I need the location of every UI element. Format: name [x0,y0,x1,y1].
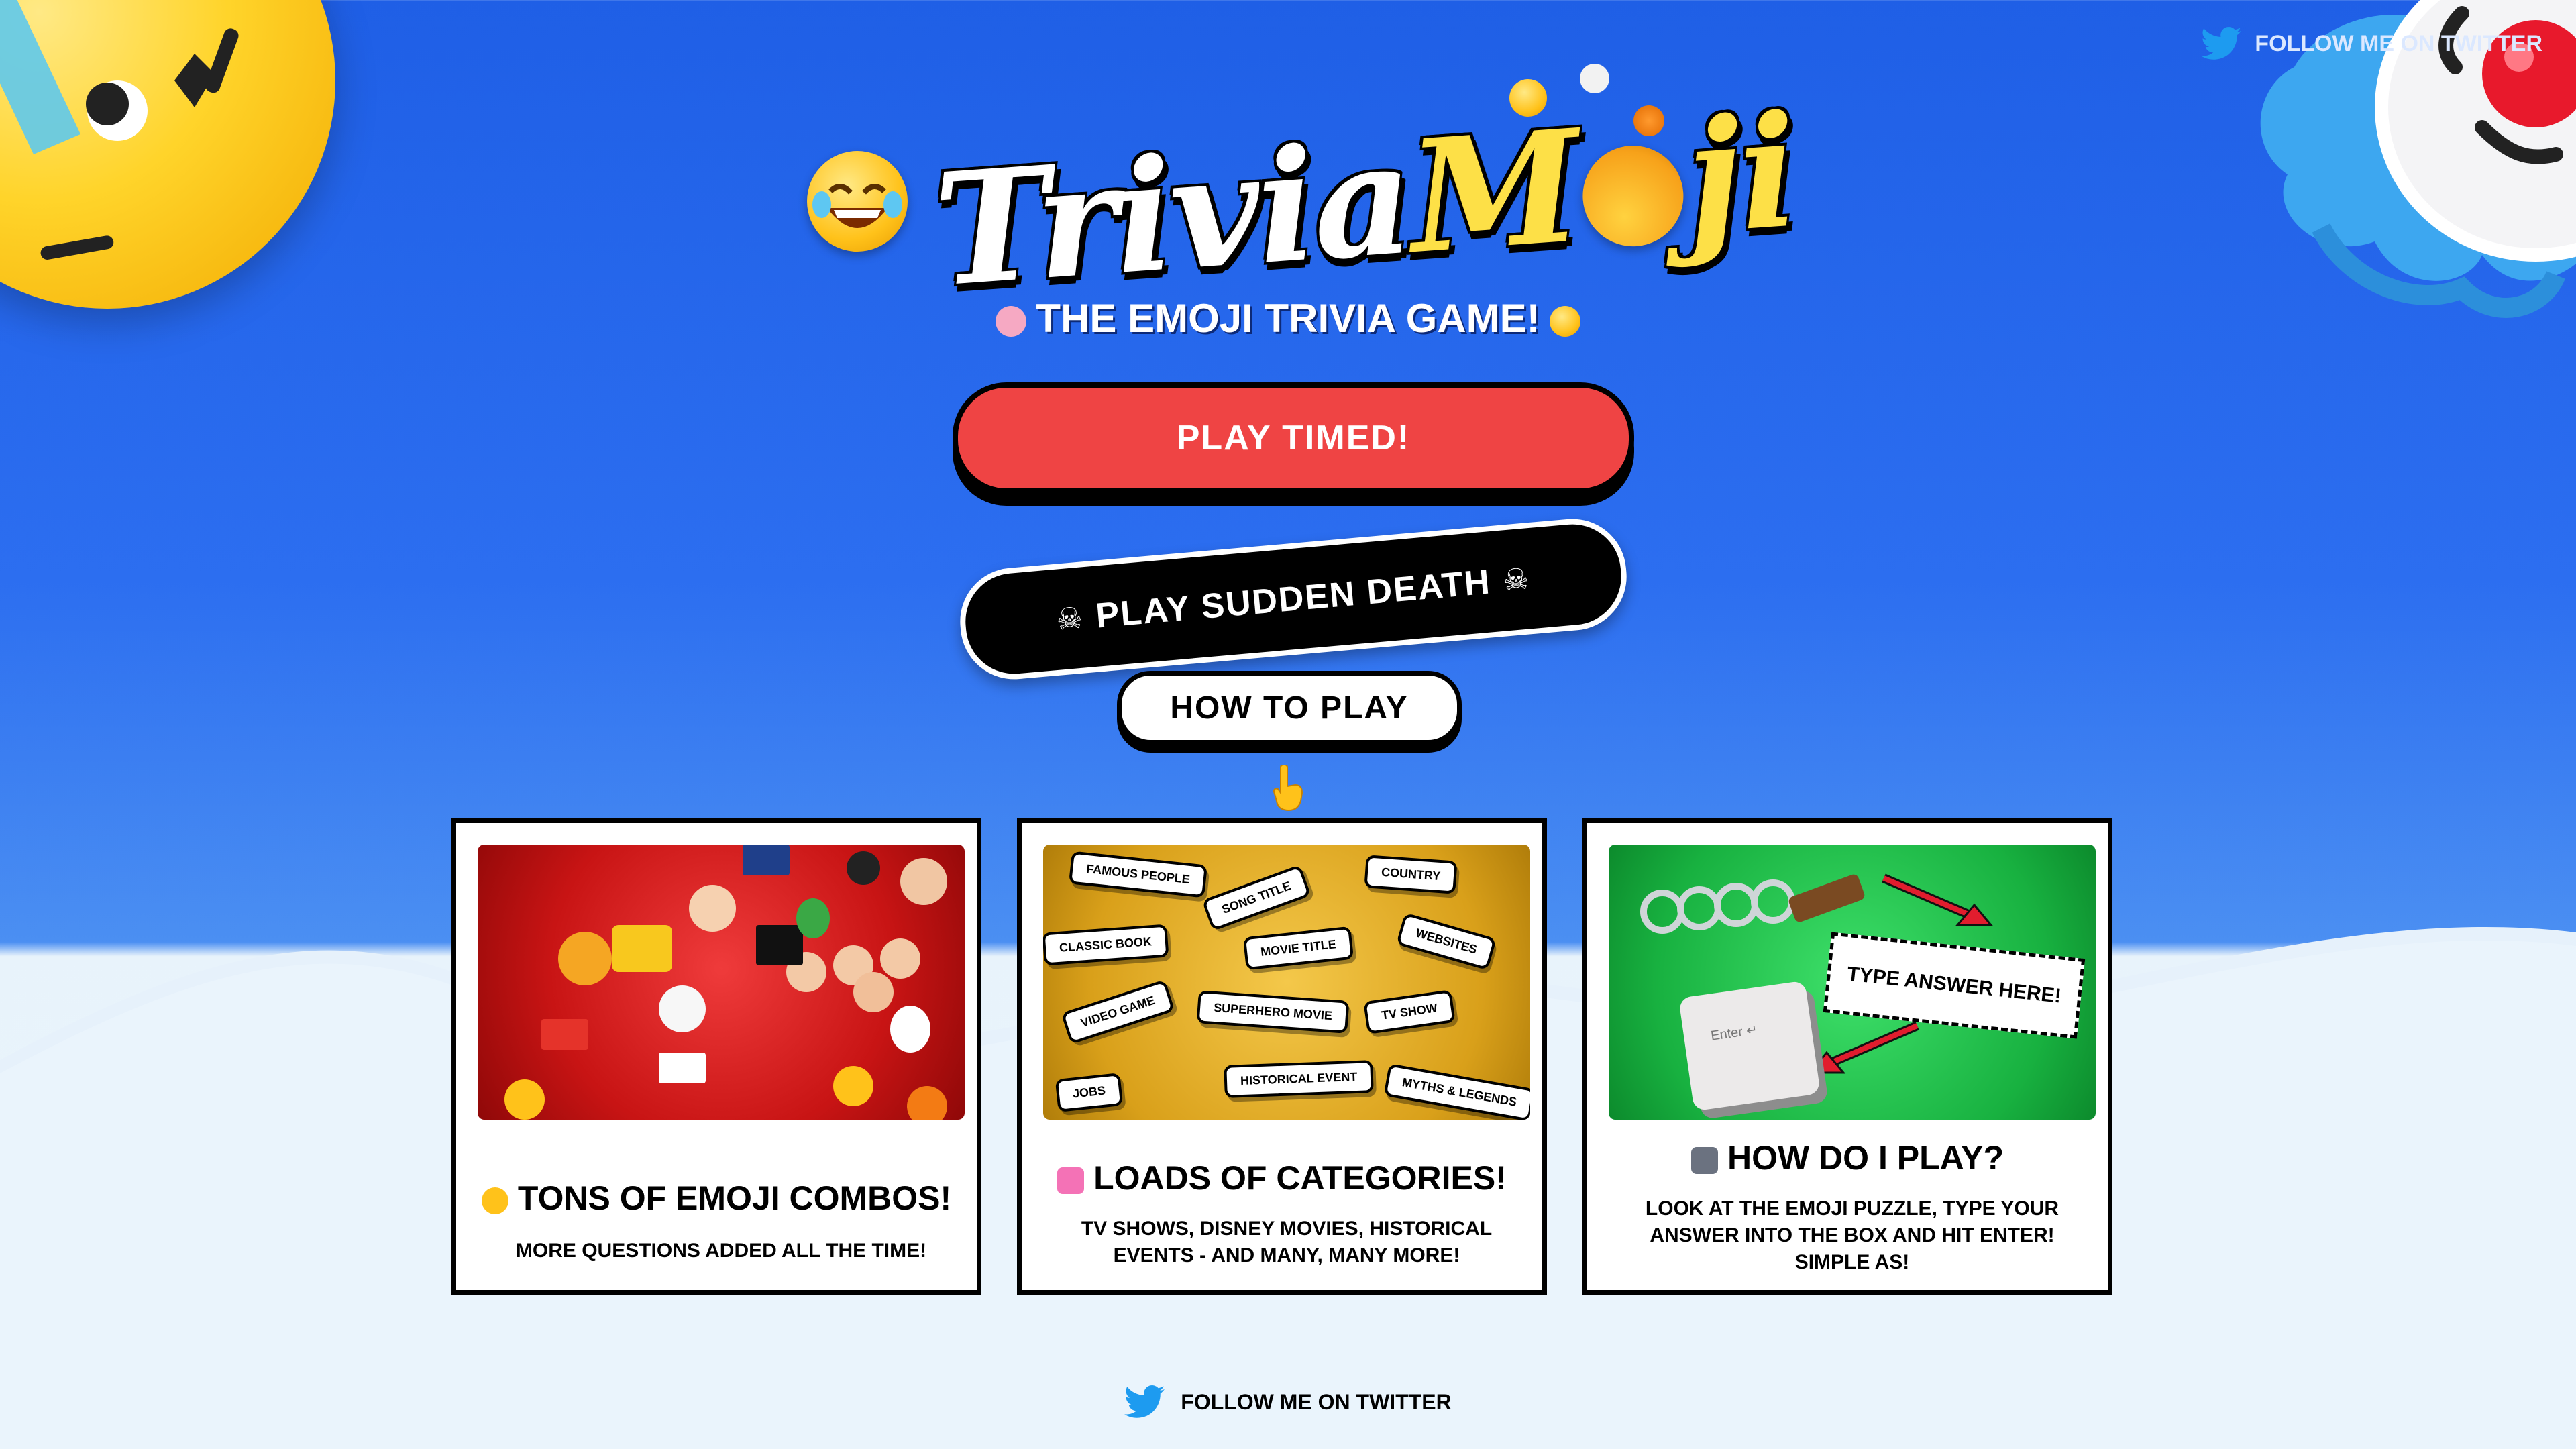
flag-usa-icon [659,1053,706,1083]
card-description: MORE QUESTIONS ADDED ALL THE TIME! [515,1240,927,1262]
clown-emoji-icon [1580,64,1609,93]
mind-blown-emoji-icon [1578,142,1687,250]
skull-crossbones-icon: ☠ [1501,561,1532,598]
crown-emoji-icon [612,925,672,972]
man-emoji-icon [900,858,947,905]
pumpkin-emoji-icon [907,1086,947,1120]
category-tag: TV SHOW [1363,989,1456,1034]
category-tag: SUPERHERO MOVIE [1196,990,1350,1034]
rofl-emoji-decoration [0,0,335,309]
category-tag: CLASSIC BOOK [1043,924,1169,966]
triviamoji-logo: TriviaM ji [805,81,1801,321]
shopping-bags-icon [1057,1167,1085,1194]
palm-tree-icon [796,898,830,938]
crying-emoji-icon [833,1066,873,1106]
card-title: HOW DO I PLAY? [1587,1138,2108,1177]
card-title-text: HOW DO I PLAY? [1727,1139,2004,1177]
category-tag: FAMOUS PEOPLE [1068,851,1208,898]
twitter-link-bottom[interactable]: FOLLOW ME ON TWITTER [0,1385,2576,1419]
face-emoji-icon [880,938,920,979]
nerd-face-icon [1549,306,1580,337]
subtitle-text: THE EMOJI TRIVIA GAME! [1036,296,1540,341]
pirate-flag-icon [756,925,803,965]
person-at-computer-icon [1690,1146,1718,1174]
category-tag: COUNTRY [1364,855,1458,894]
category-tag: VIDEO GAME [1061,979,1175,1044]
brain-icon [996,306,1027,337]
card-title-text: LOADS OF CATEGORIES! [1093,1159,1507,1197]
pointing-down-icon [1273,765,1303,812]
red-arrow-icon [1807,1021,1919,1074]
categories-collage-image: FAMOUS PEOPLE SONG TITLE COUNTRY CLASSIC… [1043,845,1530,1120]
rings-emoji-icon [1640,874,1865,934]
feature-card-emoji-combos: TONS OF EMOJI COMBOS! MORE QUESTIONS ADD… [451,818,981,1295]
nerd-emoji-icon [504,1079,545,1120]
mind-blown-icon [481,1187,508,1214]
card-title: LOADS OF CATEGORIES! [1022,1159,1542,1197]
enter-key-illustration: Enter ↵ [1678,980,1821,1112]
logo-text-trivia: Trivia [929,107,1417,322]
ghost-emoji-icon [890,1006,930,1053]
category-tag: SONG TITLE [1201,864,1311,932]
feature-card-how-to-play: TYPE ANSWER HERE! Enter ↵ HOW DO I PLAY?… [1582,818,2112,1295]
page-subtitle: THE EMOJI TRIVIA GAME! [0,295,2576,341]
play-timed-button[interactable]: PLAY TIMED! [953,382,1634,494]
crying-emoji-icon [1509,79,1547,117]
twitter-bird-icon [1124,1385,1165,1418]
category-tag: HISTORICAL EVENT [1224,1060,1375,1098]
sudden-death-label: PLAY SUDDEN DEATH [1094,562,1493,636]
twitter-label-top: FOLLOW ME ON TWITTER [2255,30,2542,56]
card-description: LOOK AT THE EMOJI PUZZLE, TYPE YOUR ANSW… [1645,1197,2059,1273]
card-title: TONS OF EMOJI COMBOS! [456,1179,977,1218]
how-to-play-button[interactable]: HOW TO PLAY [1117,671,1462,745]
logo-text-ji: ji [1679,80,1801,270]
spider-emoji-icon [847,851,880,885]
logo-text-m: M [1403,96,1585,289]
enter-key-label: Enter ↵ [1709,1022,1759,1044]
feature-card-categories: FAMOUS PEOPLE SONG TITLE COUNTRY CLASSIC… [1017,818,1547,1295]
clown-face-icon [659,985,706,1032]
twitter-label-bottom: FOLLOW ME ON TWITTER [1181,1389,1452,1414]
twitter-bird-icon [2201,27,2242,60]
red-arrow-icon [1882,873,1994,926]
laughing-emoji-icon [806,151,908,252]
play-sudden-death-button[interactable]: ☠ PLAY SUDDEN DEATH ☠ [955,514,1631,684]
category-tag: WEBSITES [1395,912,1497,971]
how-to-play-image: TYPE ANSWER HERE! Enter ↵ [1609,845,2096,1120]
category-tag: MOVIE TITLE [1242,926,1354,971]
pumpkin-emoji-icon [1633,105,1664,136]
skull-crossbones-icon: ☠ [1055,600,1085,637]
category-tag: MYTHS & LEGENDS [1383,1063,1530,1120]
lion-emoji-icon [558,932,612,985]
card-title-text: TONS OF EMOJI COMBOS! [517,1179,952,1217]
flag-uk-icon [743,845,790,875]
flag-taiwan-icon [541,1019,588,1050]
emoji-collage-image [478,845,965,1120]
twitter-link-top[interactable]: FOLLOW ME ON TWITTER [2201,27,2542,60]
face-emoji-icon [853,972,894,1012]
card-description: TV SHOWS, DISNEY MOVIES, HISTORICAL EVEN… [1081,1218,1493,1267]
category-tag: JOBS [1055,1073,1124,1112]
baby-emoji-icon [689,885,736,932]
logo-wordmark: TriviaM ji [929,81,1801,322]
